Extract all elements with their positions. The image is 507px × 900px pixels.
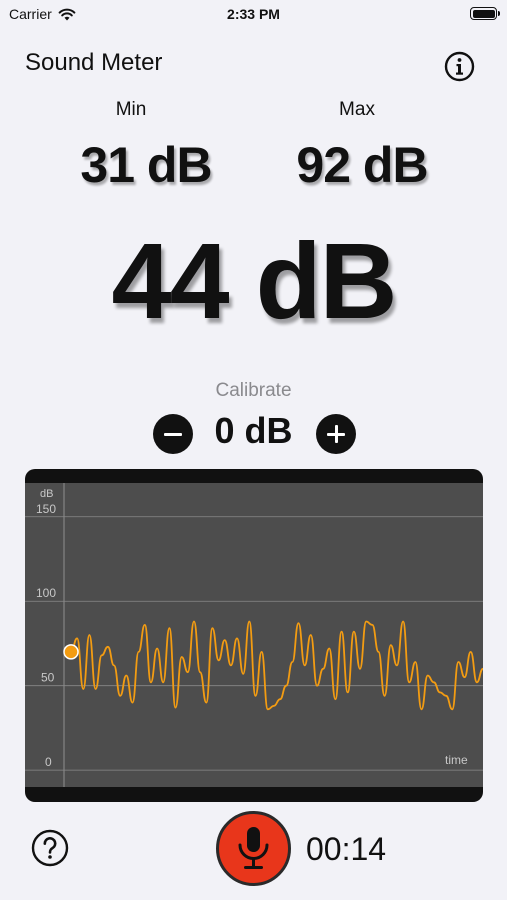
chart-tick-label: 150 (36, 502, 56, 516)
min-label: Min (115, 99, 147, 120)
min-value: 31 dB (80, 137, 212, 193)
current-db-value: 44 dB (111, 220, 397, 341)
battery-icon (470, 7, 500, 20)
plus-circle-icon[interactable] (316, 414, 356, 454)
microphone-icon (238, 827, 269, 869)
recording-timer: 00:14 (306, 831, 387, 867)
info-circle-icon[interactable] (444, 51, 475, 82)
chart-plot-area (25, 483, 483, 787)
max-label: Max (339, 99, 375, 120)
chart-current-point (63, 644, 79, 660)
page-title: Sound Meter (25, 49, 163, 76)
db-chart: dB 150 100 50 0 time (25, 469, 483, 802)
chart-tick-label: 50 (41, 671, 55, 685)
record-button[interactable] (216, 811, 291, 886)
chart-x-label: time (445, 753, 468, 767)
chart-y-label: dB (40, 488, 53, 500)
max-value: 92 dB (296, 137, 428, 193)
calibrate-label: Calibrate (215, 380, 292, 401)
chart-tick-label: 0 (45, 755, 52, 769)
question-circle-icon[interactable] (31, 829, 69, 867)
status-bar: Carrier 2:33 PM (0, 0, 507, 30)
chart-tick-label: 100 (36, 586, 56, 600)
db-chart-svg: dB 150 100 50 0 time (25, 483, 483, 787)
status-time: 2:33 PM (227, 6, 280, 22)
calibrate-value: 0 dB (214, 410, 293, 451)
